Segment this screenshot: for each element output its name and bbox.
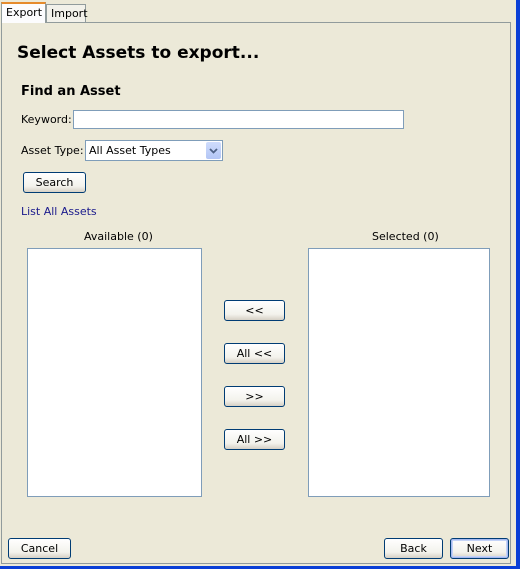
tab-strip: Export Import bbox=[0, 0, 516, 23]
remove-all-button[interactable]: All << bbox=[224, 343, 285, 364]
next-button[interactable]: Next bbox=[450, 538, 509, 559]
tab-export[interactable]: Export bbox=[1, 2, 46, 23]
page-title: Select Assets to export... bbox=[17, 43, 260, 63]
list-all-assets-link[interactable]: List All Assets bbox=[21, 205, 97, 218]
selected-list[interactable] bbox=[308, 248, 490, 497]
search-button[interactable]: Search bbox=[23, 172, 86, 193]
keyword-label: Keyword: bbox=[21, 113, 72, 126]
add-all-button[interactable]: All >> bbox=[224, 429, 285, 450]
chevron-down-icon[interactable] bbox=[206, 142, 221, 159]
keyword-input[interactable] bbox=[73, 110, 404, 129]
available-label: Available (0) bbox=[84, 230, 153, 243]
asset-type-value: All Asset Types bbox=[89, 144, 171, 157]
remove-button[interactable]: << bbox=[224, 300, 285, 321]
asset-type-label: Asset Type: bbox=[21, 144, 84, 157]
tab-import[interactable]: Import bbox=[46, 4, 88, 22]
add-button[interactable]: >> bbox=[224, 386, 285, 407]
cancel-button[interactable]: Cancel bbox=[8, 538, 71, 559]
available-list[interactable] bbox=[27, 248, 202, 497]
selected-label: Selected (0) bbox=[372, 230, 439, 243]
find-asset-heading: Find an Asset bbox=[21, 84, 121, 99]
asset-type-select[interactable]: All Asset Types bbox=[85, 140, 223, 161]
back-button[interactable]: Back bbox=[384, 538, 443, 559]
window-frame-right bbox=[516, 0, 520, 569]
